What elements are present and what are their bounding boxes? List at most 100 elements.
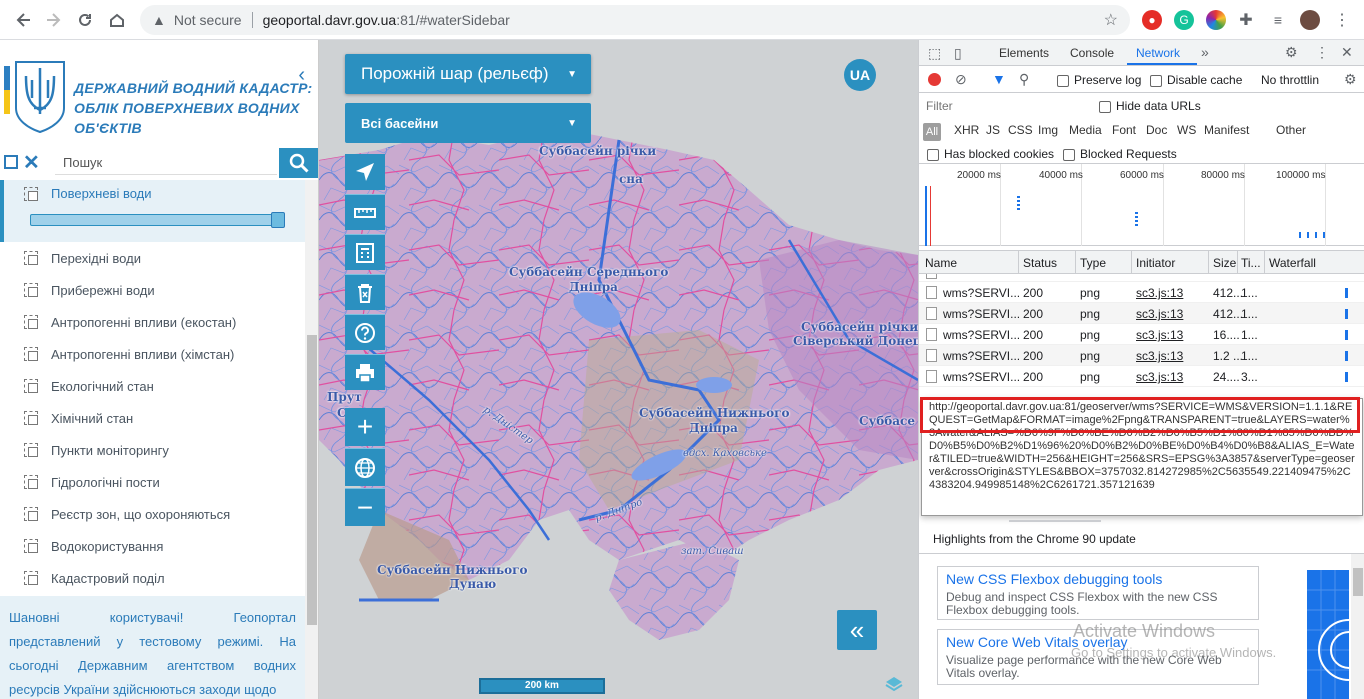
sidebar-scrollbar[interactable] (305, 180, 318, 699)
table-row[interactable]: wms?SERVI... 200 png sc3.js:13 16.... 1.… (919, 324, 1364, 345)
close-icon[interactable]: ✕ (1341, 44, 1353, 61)
back-icon[interactable] (12, 8, 36, 32)
clear-icon[interactable]: ⊘ (955, 71, 967, 88)
column-header-time[interactable]: Ti... (1241, 256, 1261, 270)
chevron-left-icon[interactable]: ‹ (298, 64, 305, 87)
blocked-requests-checkbox[interactable]: Blocked Requests (1063, 147, 1177, 161)
reload-icon[interactable] (73, 8, 97, 32)
network-overview-timeline[interactable]: 20000 ms 40000 ms 60000 ms 80000 ms 1000… (919, 164, 1364, 246)
profile-avatar[interactable] (1300, 10, 1320, 30)
layer-item[interactable]: Пункти моніторингу (0, 434, 305, 466)
request-initiator[interactable]: sc3.js:13 (1136, 349, 1183, 363)
media-control-icon[interactable]: ≡ (1268, 10, 1288, 30)
search-icon[interactable]: ⚲ (1019, 71, 1029, 88)
layer-item[interactable]: Хімічний стан (0, 402, 305, 434)
disable-cache-checkbox[interactable]: Disable cache (1150, 73, 1242, 87)
card-title[interactable]: New CSS Flexbox debugging tools (946, 571, 1250, 587)
grammarly-extension-icon[interactable]: G (1174, 10, 1194, 30)
basin-filter-dropdown[interactable]: Всі басейни ▼ (345, 103, 591, 143)
column-header-type[interactable]: Type (1080, 256, 1106, 270)
layer-item[interactable]: Водокористування (0, 530, 305, 562)
print-button[interactable] (345, 354, 385, 390)
device-toggle-icon[interactable]: ▯ (954, 45, 962, 62)
settings-gear-icon[interactable]: ⚙ (1285, 44, 1298, 61)
drawer-scrollbar[interactable] (1351, 554, 1364, 699)
type-filter-other[interactable]: Other (1276, 123, 1306, 137)
request-initiator[interactable]: sc3.js:13 (1136, 286, 1183, 300)
layer-item[interactable]: Антропогенні впливи (екостан) (0, 306, 305, 338)
calculator-button[interactable] (345, 234, 385, 270)
table-row[interactable] (919, 274, 1364, 282)
scrollbar-thumb[interactable] (1353, 568, 1363, 596)
base-layer-dropdown[interactable]: Порожній шар (рельєф) ▼ (345, 54, 591, 94)
globe-button[interactable] (345, 448, 385, 486)
clear-icon[interactable]: ✕ (23, 150, 40, 175)
adblock-extension-icon[interactable]: ● (1142, 10, 1162, 30)
zoom-out-button[interactable]: − (345, 488, 385, 526)
has-blocked-cookies-checkbox[interactable]: Has blocked cookies (927, 147, 1054, 161)
scrollbar-thumb[interactable] (307, 335, 317, 625)
language-button[interactable]: UA (844, 59, 876, 91)
preserve-log-checkbox[interactable]: Preserve log (1057, 73, 1141, 87)
address-bar[interactable]: ▲ Not secure geoportal.davr.gov.ua:81/#w… (140, 5, 1130, 35)
zoom-in-button[interactable]: + (345, 408, 385, 446)
tab-network[interactable]: Network (1136, 46, 1180, 60)
layer-item[interactable]: Кадастровий поділ (0, 562, 305, 594)
throttling-select[interactable]: No throttlin (1261, 73, 1319, 87)
search-input[interactable] (55, 151, 277, 175)
table-row[interactable]: wms?SERVI... 200 png sc3.js:13 1.2 ... 1… (919, 345, 1364, 366)
menu-kebab-icon[interactable]: ⋮ (1332, 10, 1352, 30)
filter-input[interactable] (923, 97, 1087, 115)
type-filter-doc[interactable]: Doc (1146, 123, 1167, 137)
opacity-slider[interactable] (30, 212, 285, 228)
bookmark-star-icon[interactable]: ☆ (1104, 10, 1118, 30)
inspect-icon[interactable]: ⬚ (928, 45, 941, 62)
type-filter-ws[interactable]: WS (1177, 123, 1196, 137)
select-all-checkbox[interactable] (4, 155, 18, 169)
filter-icon[interactable]: ▼ (992, 71, 1006, 87)
layers-stack-icon[interactable] (885, 676, 903, 692)
column-header-initiator[interactable]: Initiator (1136, 256, 1175, 270)
layer-item[interactable]: Реєстр зон, що охороняються (0, 498, 305, 530)
more-tabs-icon[interactable]: » (1201, 44, 1209, 60)
column-header-name[interactable]: Name (925, 256, 957, 270)
tab-elements[interactable]: Elements (999, 46, 1049, 60)
network-settings-icon[interactable]: ⚙ (1344, 71, 1357, 88)
measure-button[interactable] (345, 194, 385, 230)
delete-button[interactable] (345, 274, 385, 310)
home-icon[interactable] (105, 8, 129, 32)
type-filter-img[interactable]: Img (1038, 123, 1058, 137)
color-picker-extension-icon[interactable] (1206, 10, 1226, 30)
record-icon[interactable] (928, 73, 941, 86)
request-initiator[interactable]: sc3.js:13 (1136, 307, 1183, 321)
type-filter-all[interactable]: All (923, 123, 941, 141)
collapse-panel-button[interactable]: « (837, 610, 877, 650)
column-header-waterfall[interactable]: Waterfall (1269, 256, 1316, 270)
table-row[interactable]: wms?SERVI... 200 png sc3.js:13 24.... 3.… (919, 366, 1364, 387)
map-view[interactable]: Суббасейн річки сна Суббасейн Середнього… (319, 40, 918, 699)
hide-data-urls-checkbox[interactable]: Hide data URLs (1099, 99, 1201, 113)
layer-item[interactable]: Прибережні води (0, 274, 305, 306)
more-options-icon[interactable]: ⋮ (1315, 44, 1329, 61)
type-filter-js[interactable]: JS (986, 123, 1000, 137)
type-filter-css[interactable]: CSS (1008, 123, 1033, 137)
layer-item-surface-water[interactable]: Поверхневі води (0, 180, 305, 242)
layer-item[interactable]: Перехідні води (0, 242, 305, 274)
search-button[interactable] (279, 148, 318, 178)
layer-item[interactable]: Антропогенні впливи (хімстан) (0, 338, 305, 370)
layer-item[interactable]: Екологічний стан (0, 370, 305, 402)
column-header-size[interactable]: Size (1213, 256, 1236, 270)
tab-console[interactable]: Console (1070, 46, 1114, 60)
request-initiator[interactable]: sc3.js:13 (1136, 370, 1183, 384)
type-filter-manifest[interactable]: Manifest (1204, 123, 1249, 137)
layer-item[interactable]: Гідрологічні пости (0, 466, 305, 498)
whats-new-card[interactable]: New CSS Flexbox debugging tools Debug an… (937, 566, 1259, 620)
locate-button[interactable] (345, 154, 385, 190)
help-button[interactable] (345, 314, 385, 350)
forward-icon[interactable] (41, 8, 65, 32)
type-filter-font[interactable]: Font (1112, 123, 1136, 137)
table-row[interactable]: wms?SERVI... 200 png sc3.js:13 412... 1.… (919, 282, 1364, 303)
type-filter-xhr[interactable]: XHR (954, 123, 979, 137)
type-filter-media[interactable]: Media (1069, 123, 1102, 137)
request-initiator[interactable]: sc3.js:13 (1136, 328, 1183, 342)
